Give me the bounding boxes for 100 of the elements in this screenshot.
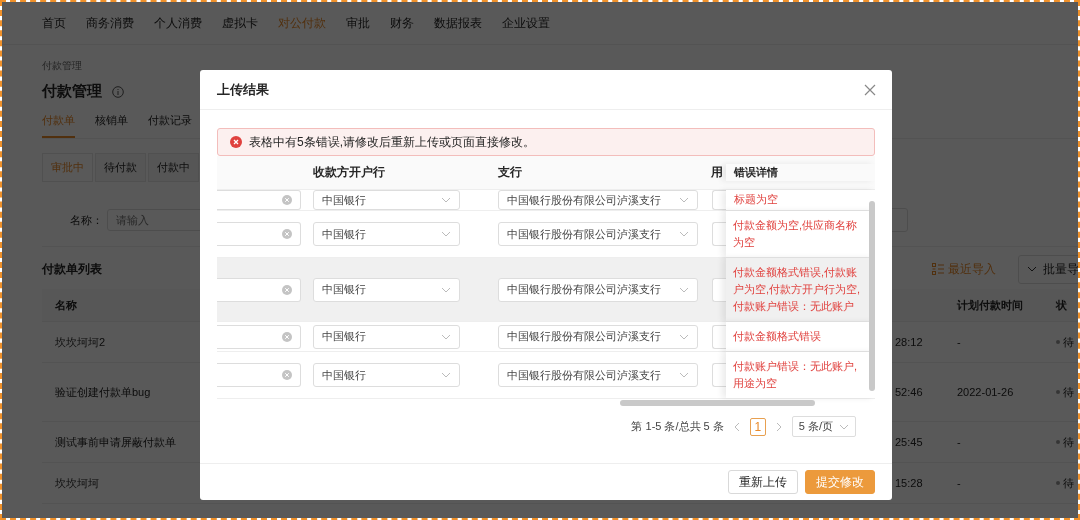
page-number[interactable]: 1: [749, 417, 766, 436]
reupload-button[interactable]: 重新上传: [728, 470, 798, 494]
select-field[interactable]: 中国银行股份有限公司泸溪支行: [498, 324, 698, 349]
input-field[interactable]: [217, 277, 301, 302]
nav-item[interactable]: 数据报表: [434, 14, 482, 32]
status-dot: [1056, 481, 1060, 485]
input-field[interactable]: [712, 222, 726, 246]
status-text: 待: [1063, 475, 1074, 491]
import-dropdown[interactable]: 批量导: [1018, 254, 1078, 284]
select-value: 中国银行股份有限公司泸溪支行: [507, 192, 661, 208]
table-cell-text: -: [957, 336, 962, 348]
nav-item[interactable]: 企业设置: [502, 14, 550, 32]
nav-item[interactable]: 审批: [346, 14, 370, 32]
nav-item[interactable]: 财务: [390, 14, 414, 32]
chevron-left-icon: [733, 421, 740, 432]
input-field[interactable]: [217, 190, 301, 210]
select-value: 中国银行: [322, 282, 366, 297]
close-icon: [864, 83, 876, 96]
chevron-down-icon: [441, 372, 451, 378]
input-field[interactable]: [712, 324, 726, 349]
status-tab[interactable]: 待付款: [95, 153, 146, 182]
table-cell-text: 28:12: [895, 336, 924, 348]
section-title: 付款单列表: [42, 260, 102, 278]
nav-item[interactable]: 商务消费: [86, 14, 134, 32]
nav-item[interactable]: 虚拟卡: [222, 14, 258, 32]
column-header: 计划付款时间: [957, 297, 1024, 313]
select-value: 中国银行: [322, 367, 366, 383]
chevron-right-icon: [775, 421, 782, 432]
page-title: 付款管理: [42, 82, 102, 101]
input-field[interactable]: [217, 324, 301, 349]
error-icon: [230, 136, 242, 148]
tab[interactable]: 付款记录: [148, 111, 192, 138]
chevron-down-icon: [441, 333, 451, 340]
select-field[interactable]: 中国银行: [313, 190, 460, 210]
select-field[interactable]: 中国银行股份有限公司泸溪支行: [498, 222, 698, 246]
column-header: 状: [1056, 297, 1068, 313]
table-cell-text: -: [957, 436, 962, 448]
clear-icon: [282, 370, 292, 380]
horizontal-scrollbar[interactable]: [620, 400, 815, 406]
dialog-title: 上传结果: [217, 80, 269, 99]
error-detail: 标题为空: [726, 190, 875, 210]
submit-button[interactable]: 提交修改: [805, 470, 875, 494]
select-field[interactable]: 中国银行: [313, 324, 460, 349]
select-field[interactable]: 中国银行股份有限公司泸溪支行: [498, 277, 698, 302]
select-field[interactable]: 中国银行: [313, 363, 460, 387]
column-header: 名称: [55, 297, 77, 313]
input-field[interactable]: [712, 190, 726, 210]
column-header: 支行: [497, 164, 523, 181]
alert-text: 表格中有5条错误,请修改后重新上传或页面直接修改。: [249, 133, 535, 151]
info-icon: [112, 85, 124, 98]
table-cell-text: 15:28: [895, 477, 924, 489]
status-text: 待: [1063, 334, 1074, 350]
input-field[interactable]: [712, 363, 726, 387]
page-size-select[interactable]: 5 条/页: [791, 416, 856, 437]
input-field[interactable]: [712, 277, 726, 302]
select-value: 中国银行股份有限公司泸溪支行: [507, 226, 661, 242]
chevron-down-icon: [1027, 266, 1037, 272]
clear-icon: [282, 195, 292, 205]
table-cell-text: 52:46: [895, 386, 924, 398]
tab[interactable]: 付款单: [42, 111, 75, 138]
field-label: 名称：: [70, 212, 103, 228]
input-field[interactable]: [217, 363, 301, 387]
input-field[interactable]: [217, 222, 301, 246]
select-field[interactable]: 中国银行: [313, 277, 460, 302]
status-dot: [1056, 340, 1060, 344]
table-cell: 坎坎坷坷: [55, 475, 99, 491]
chevron-down-icon: [679, 286, 689, 293]
chevron-down-icon: [441, 231, 451, 237]
select-value: 中国银行股份有限公司泸溪支行: [507, 282, 661, 297]
table-cell-text: -: [957, 477, 962, 489]
chevron-down-icon: [441, 197, 451, 203]
select-value: 中国银行股份有限公司泸溪支行: [507, 367, 661, 383]
nav-item[interactable]: 对公付款: [278, 14, 326, 32]
vertical-scrollbar[interactable]: [869, 201, 875, 391]
recent-import-link[interactable]: 最近导入: [932, 260, 996, 278]
column-header: 用: [710, 164, 724, 181]
clear-icon: [282, 331, 292, 342]
status-tab[interactable]: 审批中: [42, 153, 93, 182]
status-text: 待: [1063, 434, 1074, 450]
column-header: 收款方开户行: [312, 164, 386, 181]
select-field[interactable]: 中国银行: [313, 222, 460, 246]
nav-item[interactable]: 首页: [42, 14, 66, 32]
table-cell: 坎坎坷坷2: [55, 334, 106, 350]
nav-item[interactable]: 个人消费: [154, 14, 202, 32]
select-value: 中国银行股份有限公司泸溪支行: [507, 329, 661, 344]
select-field[interactable]: 中国银行股份有限公司泸溪支行: [498, 363, 698, 387]
status-text: 待: [1063, 384, 1074, 400]
table-cell-text: 25:45: [895, 436, 924, 448]
select-value: 中国银行: [322, 226, 366, 242]
table-cell: 测试事前申请屏蔽付款单: [55, 434, 176, 450]
chevron-down-icon: [839, 423, 849, 430]
select-field[interactable]: 中国银行股份有限公司泸溪支行: [498, 190, 698, 210]
status-tab[interactable]: 付款中: [148, 153, 199, 182]
chevron-down-icon: [679, 231, 689, 237]
clear-icon: [282, 284, 292, 295]
chevron-down-icon: [679, 333, 689, 340]
select-value: 中国银行: [322, 192, 366, 208]
status-dot: [1056, 440, 1060, 444]
tab[interactable]: 核销单: [95, 111, 128, 138]
chevron-down-icon: [441, 286, 451, 293]
